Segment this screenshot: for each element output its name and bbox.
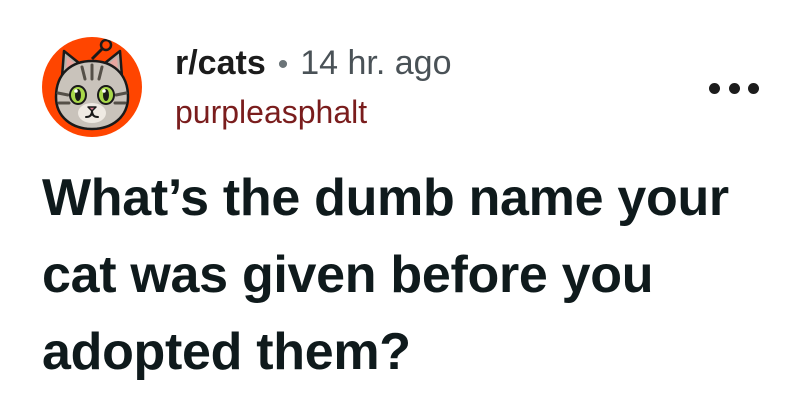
more-options-button[interactable] — [709, 76, 759, 100]
post-meta: r/cats • 14 hr. ago purpleasphalt — [175, 42, 452, 132]
more-options-icon-dot — [728, 82, 740, 94]
post-meta-line: r/cats • 14 hr. ago — [175, 42, 452, 86]
cat-avatar-icon — [54, 38, 130, 131]
subreddit-avatar[interactable] — [42, 37, 142, 137]
more-options-icon-dot — [748, 82, 759, 94]
subreddit-link[interactable]: r/cats — [175, 42, 266, 84]
post-timestamp: 14 hr. ago — [300, 44, 452, 82]
post-title[interactable]: What’s the dumb name your cat was given … — [42, 160, 762, 391]
meta-separator: • — [277, 48, 289, 81]
author-username[interactable]: purpleasphalt — [175, 92, 452, 132]
more-options-icon-dot — [709, 82, 720, 94]
reddit-post: r/cats • 14 hr. ago purpleasphalt What’s… — [0, 0, 800, 411]
